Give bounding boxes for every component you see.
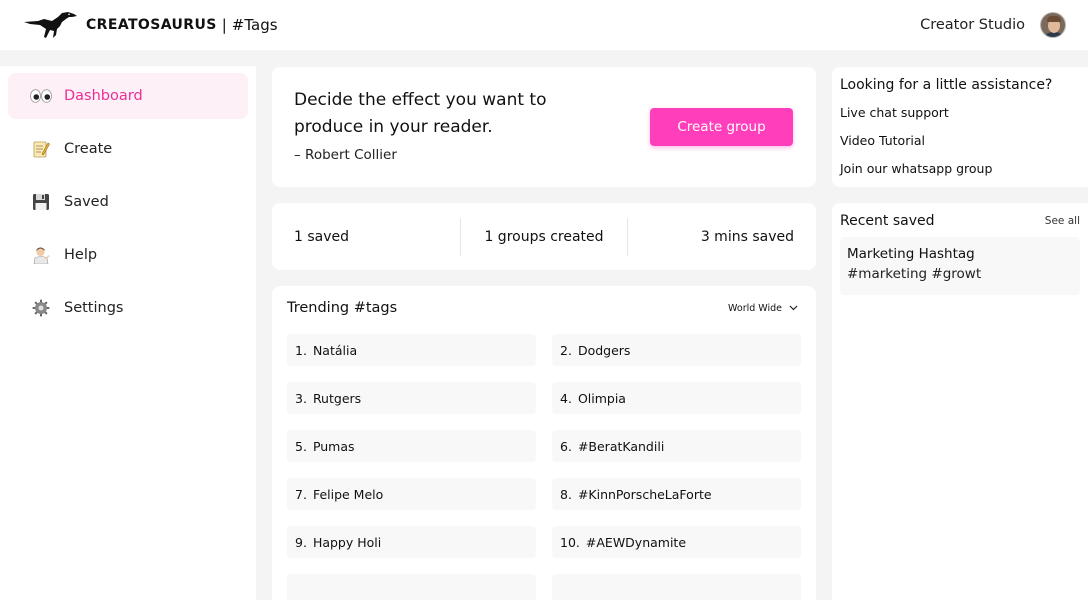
mins-saved-count: 3 mins saved (627, 217, 816, 256)
trending-header: Trending #tags World Wide (287, 300, 801, 316)
tag-rank: 2. (560, 342, 572, 358)
tag-name: Happy Holi (312, 534, 382, 550)
recent-item-title: Marketing Hashtag (847, 246, 975, 262)
trending-tag[interactable]: 8. #KinnPorscheLaForte (552, 478, 801, 510)
sidebar-item-settings[interactable]: Settings (8, 285, 248, 331)
trending-tags-list: 1. Natália 2. Dodgers 3. Rutgers 4. Olimpia … (287, 334, 801, 600)
creator-studio-link[interactable]: Creator Studio (920, 17, 1025, 33)
sidebar-item-create[interactable]: Create (8, 126, 248, 172)
recent-item-tags: #marketing #growt (847, 266, 982, 282)
tag-name: #BeratKandili (577, 438, 665, 454)
sidebar-item-label: Settings (64, 300, 124, 316)
region-select-value: World Wide (728, 302, 782, 314)
sidebar-item-label: Help (64, 247, 98, 263)
avatar[interactable] (1040, 12, 1066, 38)
eyes-icon (30, 85, 52, 107)
tag-name: Rutgers (312, 390, 362, 406)
sidebar-item-label: Dashboard (64, 88, 143, 104)
trending-tag[interactable] (287, 574, 536, 600)
groups-created-count: 1 groups created (460, 217, 627, 256)
create-group-button[interactable]: Create group (650, 108, 793, 146)
memo-icon (30, 138, 52, 160)
live-chat-support-link[interactable]: Live chat support (840, 105, 1080, 133)
sidebar-item-help[interactable]: Help (8, 232, 248, 278)
tag-rank: 7. (295, 486, 307, 502)
trending-tag[interactable]: 2. Dodgers (552, 334, 801, 366)
trending-tag[interactable]: 10. #AEWDynamite (552, 526, 801, 558)
quote-card: Decide the effect you want to produce in… (272, 67, 816, 187)
sidebar-item-label: Saved (64, 194, 109, 210)
tag-name: Natália (312, 342, 358, 358)
floppy-disk-icon (30, 191, 52, 213)
sidebar-item-saved[interactable]: Saved (8, 179, 248, 225)
tag-rank: 1. (295, 342, 307, 358)
chevron-down-icon (789, 305, 798, 311)
trending-card: Trending #tags World Wide 1. Natália 2. Do… (272, 286, 816, 600)
tag-name: Felipe Melo (312, 486, 384, 502)
tag-rank: 6. (560, 438, 572, 454)
see-all-link[interactable]: See all (1045, 215, 1080, 227)
trending-tag[interactable]: 6. #BeratKandili (552, 430, 801, 462)
top-right: Creator Studio (920, 12, 1066, 38)
tag-rank: 5. (295, 438, 307, 454)
tag-name: Pumas (312, 438, 355, 454)
quote-text: Decide the effect you want to produce in… (294, 90, 547, 137)
saved-count: 1 saved (294, 228, 350, 245)
trending-tag[interactable] (552, 574, 801, 600)
recent-saved-item[interactable]: Marketing Hashtag #marketing #growt (840, 237, 1080, 295)
trending-tag[interactable]: 3. Rutgers (287, 382, 536, 414)
region-select[interactable]: World Wide (728, 303, 801, 314)
top-bar: CREATOSAURUS | #Tags Creator Studio (0, 0, 1088, 50)
sidebar-item-label: Create (64, 141, 113, 157)
stats-card: 1 saved 1 groups created 3 mins saved (272, 203, 816, 270)
trending-tag[interactable]: 9. Happy Holi (287, 526, 536, 558)
brand-separator: | (221, 16, 227, 34)
tag-name: #KinnPorscheLaForte (577, 486, 712, 502)
help-card: Looking for a little assistance? Live ch… (832, 67, 1088, 187)
join-whatsapp-group-link[interactable]: Join our whatsapp group (840, 161, 1080, 189)
gear-icon (30, 297, 52, 319)
trending-tag[interactable]: 1. Natália (287, 334, 536, 366)
trending-tag[interactable]: 7. Felipe Melo (287, 478, 536, 510)
tag-name: Dodgers (577, 342, 631, 358)
brand-section: #Tags (231, 16, 278, 34)
tag-name: #AEWDynamite (585, 534, 687, 550)
recent-saved-header: Recent saved See all (840, 213, 1080, 229)
help-title: Looking for a little assistance? (840, 77, 1053, 93)
tag-name: Olimpia (577, 390, 626, 406)
recent-saved-title: Recent saved (840, 213, 935, 229)
tag-rank: 9. (295, 534, 307, 550)
video-tutorial-link[interactable]: Video Tutorial (840, 133, 1080, 161)
tag-rank: 4. (560, 390, 572, 406)
sidebar: Dashboard Create Saved Help Settings (0, 66, 256, 600)
trending-title: Trending #tags (287, 300, 398, 316)
tag-rank: 10. (560, 534, 580, 550)
tag-rank: 8. (560, 486, 572, 502)
person-tipping-hand-icon (30, 244, 52, 266)
sidebar-item-dashboard[interactable]: Dashboard (8, 73, 248, 119)
brand-name: CREATOSAURUS (86, 17, 217, 33)
trending-tag[interactable]: 5. Pumas (287, 430, 536, 462)
quote-author: – Robert Collier (294, 147, 397, 163)
dinosaur-logo-icon (24, 12, 77, 38)
recent-saved-card: Recent saved See all Marketing Hashtag #… (832, 203, 1088, 600)
trending-tag[interactable]: 4. Olimpia (552, 382, 801, 414)
brand[interactable]: CREATOSAURUS | #Tags (22, 11, 278, 39)
tag-rank: 3. (295, 390, 307, 406)
